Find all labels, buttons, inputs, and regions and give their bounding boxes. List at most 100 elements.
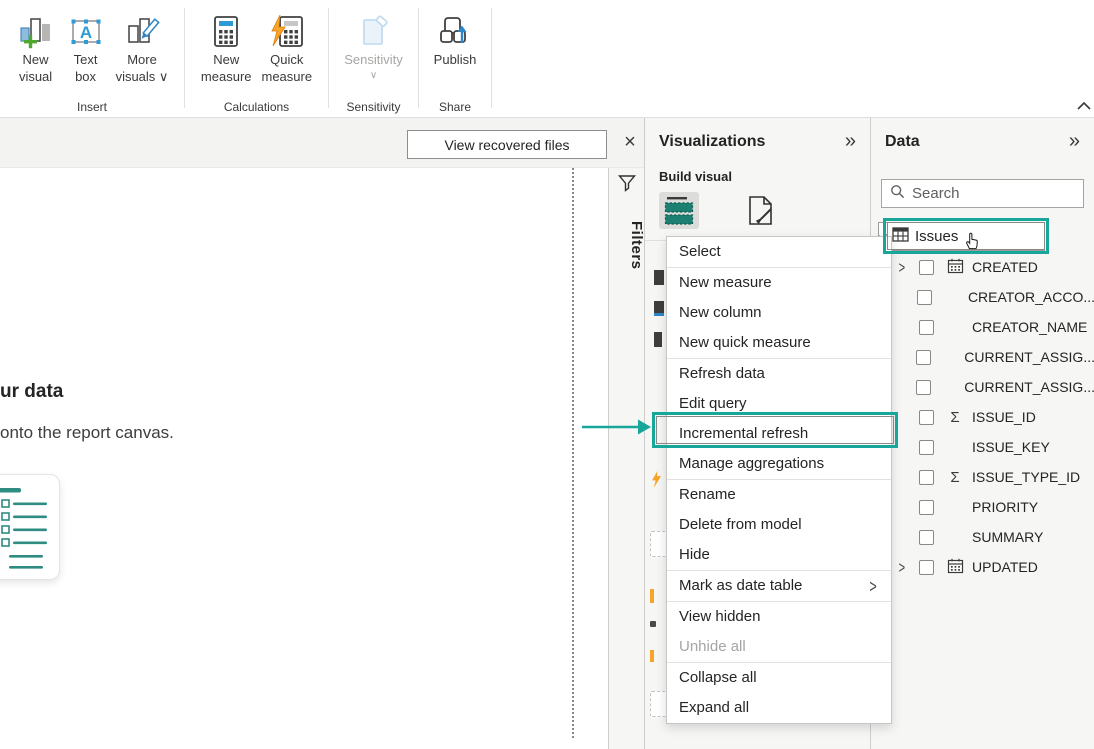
menu-item-expand-all[interactable]: Expand all	[667, 693, 891, 723]
visual-gallery-fragment	[650, 650, 654, 662]
publish-button[interactable]: Publish	[434, 12, 477, 69]
report-canvas: ur data onto the report canvas.	[0, 168, 608, 749]
field-checkbox[interactable]	[919, 260, 934, 275]
menu-item-select[interactable]: Select	[667, 237, 891, 267]
new-visual-button[interactable]: New visual	[16, 12, 56, 86]
sensitivity-icon	[354, 12, 394, 52]
search-icon	[890, 184, 905, 204]
more-visuals-label-1: More	[127, 52, 157, 69]
field-label: PRIORITY	[972, 499, 1038, 515]
tab-format-visual[interactable]	[743, 194, 777, 228]
field-checkbox[interactable]	[919, 530, 934, 545]
new-measure-label-2: measure	[201, 69, 252, 86]
close-icon[interactable]: ×	[617, 128, 643, 156]
field-label: SUMMARY	[972, 529, 1043, 545]
expand-chevron-icon[interactable]: >	[899, 558, 918, 577]
svg-text:A: A	[79, 23, 91, 42]
menu-item-new-measure[interactable]: New measure	[667, 268, 891, 298]
visual-gallery-fragment	[650, 621, 656, 627]
search-box[interactable]	[881, 179, 1084, 208]
field-row[interactable]: CURRENT_ASSIG...	[871, 342, 1094, 372]
field-checkbox[interactable]	[919, 440, 934, 455]
field-checkbox[interactable]	[916, 380, 931, 395]
field-label: CURRENT_ASSIG...	[964, 349, 1094, 365]
menu-item-mark-as-date-table[interactable]: Mark as date table>	[667, 571, 891, 601]
field-row[interactable]: ΣISSUE_ID	[871, 402, 1094, 432]
ribbon-group-label-calculations: Calculations	[185, 100, 328, 114]
menu-item-new-column[interactable]: New column	[667, 298, 891, 328]
data-pane-title: Data	[885, 133, 920, 151]
field-checkbox[interactable]	[919, 470, 934, 485]
visualizations-pane-title: Visualizations	[659, 133, 765, 151]
field-row[interactable]: PRIORITY	[871, 492, 1094, 522]
field-row[interactable]: > UPDATED	[871, 552, 1094, 582]
quick-measure-button[interactable]: Quick measure	[262, 12, 313, 86]
collapse-data-pane-icon[interactable]: »	[1069, 130, 1080, 153]
new-measure-label-1: New	[213, 52, 239, 69]
field-row[interactable]: ISSUE_KEY	[871, 432, 1094, 462]
field-row[interactable]: > CREATED	[871, 252, 1094, 282]
page-edge-dotted-line	[572, 168, 574, 738]
field-label: CREATOR_NAME	[972, 319, 1087, 335]
field-checkbox[interactable]	[919, 500, 934, 515]
field-checkbox[interactable]	[919, 320, 934, 335]
menu-item-unhide-all: Unhide all	[667, 632, 891, 662]
field-label: ISSUE_KEY	[972, 439, 1050, 455]
collapse-ribbon-icon[interactable]	[1076, 99, 1092, 111]
search-input[interactable]	[912, 185, 1062, 202]
menu-item-new-quick-measure[interactable]: New quick measure	[667, 328, 891, 358]
menu-item-manage-aggregations[interactable]: Manage aggregations	[667, 449, 891, 479]
ribbon-group-label-insert: Insert	[0, 100, 184, 114]
new-visual-label-1: New	[23, 52, 49, 69]
quick-measure-label-2: measure	[262, 69, 313, 86]
text-box-button[interactable]: A Text box	[66, 12, 106, 86]
ribbon-group-sensitivity: Sensitivity ∨ Sensitivity	[329, 0, 418, 117]
fields-list: > CREATED CREATOR_ACCO... CREATOR_NAME CURRE…	[871, 252, 1094, 582]
field-checkbox[interactable]	[917, 290, 932, 305]
data-pane: Data » Issues >CREATEDCREA	[870, 118, 1094, 749]
field-label: CREATED	[972, 259, 1038, 275]
expand-chevron-icon[interactable]: >	[899, 258, 918, 277]
field-label: UPDATED	[972, 559, 1038, 575]
sensitivity-label-1: Sensitivity	[344, 52, 403, 69]
sensitivity-button[interactable]: Sensitivity ∨	[344, 12, 403, 82]
filters-pane-collapsed[interactable]: Filters	[608, 168, 644, 749]
sensitivity-caret: ∨	[370, 69, 377, 82]
build-visual-label: Build visual	[659, 169, 732, 184]
sigma-icon: Σ	[940, 410, 970, 425]
sigma-icon: Σ	[940, 470, 970, 485]
more-visuals-button[interactable]: More visuals ∨	[116, 12, 169, 86]
visual-gallery-fragment	[654, 332, 662, 347]
field-row[interactable]: CURRENT_ASSIG...	[871, 372, 1094, 402]
calendar-icon	[940, 258, 970, 277]
table-icon	[892, 227, 909, 247]
menu-item-rename[interactable]: Rename	[667, 480, 891, 510]
publish-icon	[435, 12, 475, 52]
menu-item-delete-from-model[interactable]: Delete from model	[667, 510, 891, 540]
menu-item-edit-query[interactable]: Edit query	[667, 389, 891, 419]
ribbon: New visual A Text box	[0, 0, 1094, 118]
field-well-fragment	[650, 531, 667, 557]
field-checkbox[interactable]	[919, 410, 934, 425]
field-row[interactable]: CREATOR_NAME	[871, 312, 1094, 342]
table-row-issues[interactable]: Issues	[878, 222, 1045, 251]
visual-gallery-fragment	[654, 301, 664, 316]
new-measure-icon	[206, 12, 246, 52]
field-row[interactable]: ΣISSUE_TYPE_ID	[871, 462, 1094, 492]
field-checkbox[interactable]	[919, 560, 934, 575]
filter-funnel-icon	[617, 173, 637, 198]
menu-item-refresh-data[interactable]: Refresh data	[667, 359, 891, 389]
view-recovered-files-button[interactable]: View recovered files	[407, 130, 607, 159]
new-measure-button[interactable]: New measure	[201, 12, 252, 86]
field-row[interactable]: SUMMARY	[871, 522, 1094, 552]
quick-measure-label-1: Quick	[270, 52, 303, 69]
tab-build-visual[interactable]	[659, 192, 699, 229]
menu-item-collapse-all[interactable]: Collapse all	[667, 663, 891, 693]
menu-item-view-hidden[interactable]: View hidden	[667, 602, 891, 632]
field-row[interactable]: CREATOR_ACCO...	[871, 282, 1094, 312]
field-checkbox[interactable]	[916, 350, 931, 365]
collapse-visualizations-pane-icon[interactable]: »	[845, 130, 856, 153]
menu-item-hide[interactable]: Hide	[667, 540, 891, 570]
menu-item-incremental-refresh[interactable]: Incremental refresh	[667, 419, 891, 449]
ribbon-separator	[491, 8, 492, 108]
